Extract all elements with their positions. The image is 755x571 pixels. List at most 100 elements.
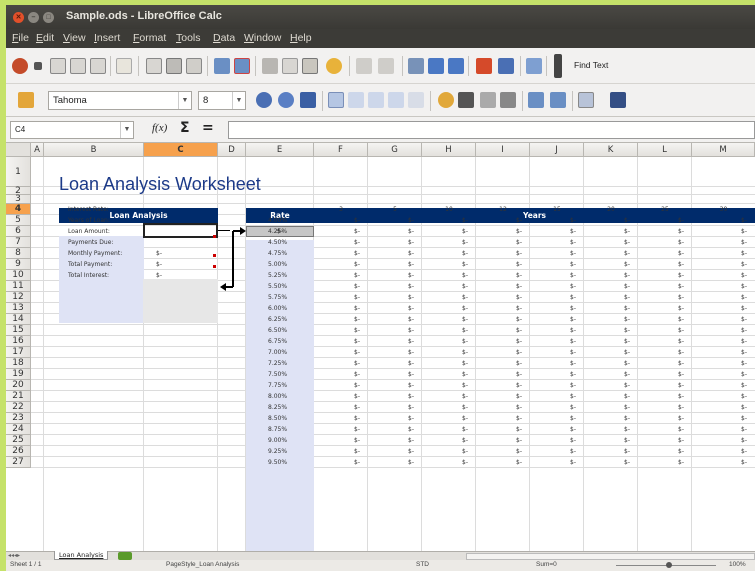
payment-cell[interactable]: $- [678, 217, 684, 224]
payment-cell[interactable]: $- [516, 250, 522, 257]
column-header[interactable]: H [422, 143, 476, 157]
payment-cell[interactable]: $- [462, 448, 468, 455]
export-pdf-icon[interactable] [146, 58, 162, 74]
payment-cell[interactable]: $- [516, 239, 522, 246]
tab-nav-icon[interactable]: ◂◂◂▸ [8, 552, 20, 559]
row-header[interactable]: 9 [6, 259, 31, 270]
zoom-level[interactable]: 100% [729, 561, 746, 568]
payment-cell[interactable]: $- [354, 404, 360, 411]
payment-cell[interactable]: $- [678, 239, 684, 246]
payment-cell[interactable]: $- [516, 349, 522, 356]
payment-cell[interactable]: $- [678, 459, 684, 466]
payment-cell[interactable]: $- [624, 360, 630, 367]
payment-cell[interactable]: $- [408, 360, 414, 367]
payment-cell[interactable]: $- [462, 261, 468, 268]
payment-cell[interactable]: $- [462, 426, 468, 433]
insert-mode[interactable]: STD [416, 561, 429, 568]
payment-cell[interactable]: $- [462, 404, 468, 411]
edit-file-icon[interactable] [116, 58, 132, 74]
print-preview-icon[interactable] [186, 58, 202, 74]
payment-cell[interactable]: $- [741, 305, 747, 312]
payment-cell[interactable]: $- [408, 415, 414, 422]
row-header[interactable]: 24 [6, 424, 31, 435]
align-center-icon[interactable] [348, 92, 364, 108]
row-header[interactable]: 11 [6, 281, 31, 292]
payment-cell[interactable]: $- [678, 338, 684, 345]
insert-chart-icon[interactable] [476, 58, 492, 74]
payment-cell[interactable]: $- [516, 360, 522, 367]
payment-cell[interactable]: $- [462, 382, 468, 389]
menu-insert[interactable]: Insert [94, 32, 120, 44]
payment-cell[interactable]: $- [741, 371, 747, 378]
payment-cell[interactable]: $- [354, 459, 360, 466]
payment-cell[interactable]: $- [678, 305, 684, 312]
payment-cell[interactable]: $- [624, 283, 630, 290]
payment-cell[interactable]: $- [741, 272, 747, 279]
payment-cell[interactable]: $- [570, 338, 576, 345]
payment-cell[interactable]: $- [516, 382, 522, 389]
chevron-down-icon[interactable]: ▼ [178, 92, 191, 109]
payment-cell[interactable]: $- [408, 250, 414, 257]
payment-cell[interactable]: $- [570, 294, 576, 301]
payment-cell[interactable]: $- [408, 261, 414, 268]
payment-cell[interactable]: $- [570, 228, 576, 235]
payment-cell[interactable]: $- [354, 250, 360, 257]
row-header[interactable]: 26 [6, 446, 31, 457]
name-box[interactable]: C4 ▼ [10, 121, 134, 139]
payment-cell[interactable]: $- [462, 316, 468, 323]
underline-icon[interactable] [300, 92, 316, 108]
function-wizard-icon[interactable]: f(x) [152, 122, 167, 134]
selected-cell-c4[interactable] [143, 223, 218, 238]
spelling-icon[interactable] [214, 58, 230, 74]
page-style[interactable]: PageStyle_Loan Analysis [166, 561, 239, 568]
payment-cell[interactable]: $- [354, 437, 360, 444]
row-header[interactable]: 14 [6, 314, 31, 325]
email-icon[interactable] [90, 58, 106, 74]
payment-cell[interactable]: $- [624, 305, 630, 312]
payment-cell[interactable]: $- [570, 404, 576, 411]
analysis-value[interactable]: $- [156, 272, 162, 279]
sort-descending-icon[interactable] [448, 58, 464, 74]
payment-cell[interactable]: $- [624, 250, 630, 257]
payment-cell[interactable]: $- [570, 426, 576, 433]
row-header[interactable]: 17 [6, 347, 31, 358]
pivot-table-icon[interactable] [498, 58, 514, 74]
payment-cell[interactable]: $- [408, 404, 414, 411]
menu-tools[interactable]: Tools [176, 32, 201, 44]
payment-cell[interactable]: $- [678, 294, 684, 301]
payment-cell[interactable]: $- [408, 272, 414, 279]
payment-cell[interactable]: $- [741, 404, 747, 411]
payment-cell[interactable]: $- [516, 459, 522, 466]
redo-icon[interactable] [378, 58, 394, 74]
payment-cell[interactable]: $- [741, 415, 747, 422]
payment-cell[interactable]: $- [624, 239, 630, 246]
payment-cell[interactable]: $- [570, 316, 576, 323]
payment-cell[interactable]: $- [570, 393, 576, 400]
payment-cell[interactable]: $- [624, 426, 630, 433]
row-header[interactable]: 3 [6, 195, 31, 204]
payment-cell[interactable]: $- [462, 393, 468, 400]
column-header[interactable]: J [530, 143, 584, 157]
background-color-icon[interactable] [610, 92, 626, 108]
sort-ascending-icon[interactable] [428, 58, 444, 74]
payment-cell[interactable]: $- [570, 371, 576, 378]
payment-cell[interactable]: $- [462, 294, 468, 301]
column-header[interactable]: D [218, 143, 246, 157]
payment-cell[interactable]: $- [354, 426, 360, 433]
payment-cell[interactable]: $- [516, 437, 522, 444]
row-header[interactable]: 20 [6, 380, 31, 391]
chevron-down-icon[interactable]: ▼ [120, 122, 133, 138]
row-header[interactable]: 18 [6, 358, 31, 369]
zoom-slider-handle[interactable] [666, 562, 672, 568]
payment-cell[interactable]: $- [354, 217, 360, 224]
payment-cell[interactable]: $- [354, 305, 360, 312]
payment-cell[interactable]: $- [570, 217, 576, 224]
payment-cell[interactable]: $- [408, 393, 414, 400]
minimize-window-button[interactable]: – [28, 12, 39, 23]
paste-icon[interactable] [302, 58, 318, 74]
payment-cell[interactable]: $- [570, 250, 576, 257]
payment-cell[interactable]: $- [624, 316, 630, 323]
menu-view[interactable]: View [63, 32, 86, 44]
payment-cell[interactable]: $- [678, 360, 684, 367]
new-dropdown-icon[interactable] [34, 62, 42, 70]
